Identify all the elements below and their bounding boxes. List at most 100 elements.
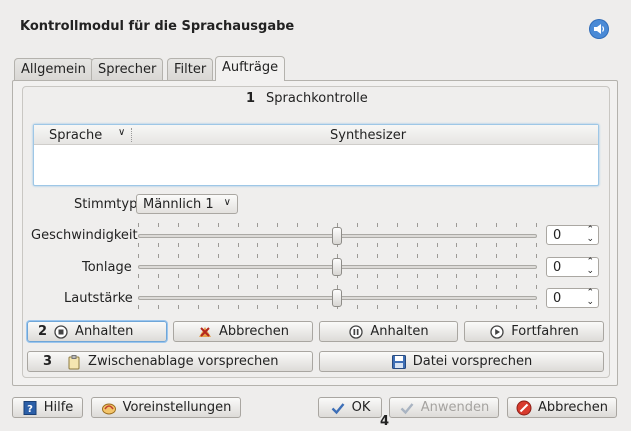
- volume-value: 0: [553, 291, 562, 306]
- column-header-synthesizer[interactable]: Synthesizer: [330, 128, 406, 143]
- slider-tick: [198, 305, 199, 309]
- pitch-slider-handle[interactable]: [332, 258, 342, 276]
- slider-tick: [238, 243, 239, 247]
- slider-tick: [317, 223, 318, 227]
- slider-tick: [277, 254, 278, 258]
- slider-tick: [417, 243, 418, 247]
- slider-tick: [178, 285, 179, 289]
- speak-clipboard-label: Zwischenablage vorsprechen: [88, 354, 279, 369]
- speed-label: Geschwindigkeit: [31, 228, 138, 243]
- volume-slider-handle[interactable]: [332, 289, 342, 307]
- pitch-spinbox[interactable]: 0 ⌃ ⌄: [546, 257, 599, 277]
- tab-sprecher[interactable]: Sprecher: [91, 58, 164, 80]
- tab-label: Sprecher: [98, 62, 157, 77]
- slider-tick: [297, 285, 298, 289]
- speak-file-label: Datei vorsprechen: [412, 354, 533, 369]
- speed-slider-handle[interactable]: [332, 227, 342, 245]
- slider-tick: [357, 305, 358, 309]
- voice-type-select[interactable]: Männlich 1 ∨: [136, 194, 238, 214]
- play-icon: [489, 324, 505, 340]
- defaults-button[interactable]: Voreinstellungen: [91, 397, 241, 418]
- cancel-button[interactable]: Abbrechen: [507, 397, 617, 418]
- slider-tick: [437, 305, 438, 309]
- slider-tick: [496, 243, 497, 247]
- check-icon: [330, 400, 346, 416]
- pause-button[interactable]: 2 Anhalten: [27, 321, 167, 342]
- slider-tick: [138, 305, 139, 309]
- pause-job-button[interactable]: Anhalten: [319, 321, 458, 342]
- check-icon: [399, 400, 415, 416]
- save-file-icon: [391, 354, 407, 370]
- slider-tick: [496, 285, 497, 289]
- slider-tick: [257, 254, 258, 258]
- ok-button[interactable]: OK: [318, 397, 382, 418]
- slider-tick: [476, 243, 477, 247]
- slider-tick: [317, 305, 318, 309]
- annotation-number: 1: [246, 91, 256, 106]
- slider-tick: [238, 274, 239, 278]
- slider-tick: [257, 223, 258, 227]
- slider-tick: [198, 285, 199, 289]
- slider-tick: [138, 223, 139, 227]
- apply-button[interactable]: Anwenden: [389, 397, 499, 418]
- slider-tick: [277, 223, 278, 227]
- slider-tick: [377, 274, 378, 278]
- slider-tick: [317, 285, 318, 289]
- tab-allgemein[interactable]: Allgemein: [14, 58, 93, 80]
- speak-file-button[interactable]: Datei vorsprechen: [319, 351, 604, 372]
- slider-tick: [238, 223, 239, 227]
- slider-tick: [476, 274, 477, 278]
- slider-tick: [397, 254, 398, 258]
- slider-tick: [257, 285, 258, 289]
- chevron-down-icon[interactable]: ∨: [118, 127, 125, 138]
- slider-tick: [516, 223, 517, 227]
- slider-tick: [536, 223, 537, 227]
- help-button[interactable]: ? Hilfe: [12, 397, 83, 418]
- slider-tick: [476, 305, 477, 309]
- speed-spinbox[interactable]: 0 ⌃ ⌄: [546, 225, 599, 245]
- slider-tick: [397, 243, 398, 247]
- tab-auftraege[interactable]: Aufträge: [215, 56, 286, 81]
- slider-tick: [158, 274, 159, 278]
- clipboard-icon: [66, 354, 82, 370]
- tab-label: Allgemein: [21, 62, 86, 77]
- volume-spinbox[interactable]: 0 ⌃ ⌄: [546, 288, 599, 308]
- annotation-number: 3: [43, 354, 53, 369]
- slider-tick: [158, 254, 159, 258]
- slider-tick: [516, 254, 517, 258]
- tab-filter[interactable]: Filter: [167, 58, 214, 80]
- spin-arrows-icon[interactable]: ⌃ ⌄: [586, 289, 594, 307]
- slider-tick: [357, 274, 358, 278]
- spin-arrows-icon[interactable]: ⌃ ⌄: [586, 226, 594, 244]
- slider-tick: [317, 274, 318, 278]
- cancel-job-button[interactable]: Abbrechen: [173, 321, 313, 342]
- ok-label: OK: [351, 400, 371, 415]
- slider-tick: [417, 305, 418, 309]
- resume-button[interactable]: Fortfahren: [464, 321, 604, 342]
- column-header-language[interactable]: Sprache: [49, 128, 102, 143]
- slider-tick: [456, 254, 457, 258]
- slider-tick: [257, 274, 258, 278]
- slider-tick: [317, 243, 318, 247]
- pause-job-label: Anhalten: [370, 324, 429, 339]
- help-icon: ?: [22, 400, 38, 416]
- slider-tick: [178, 305, 179, 309]
- pause-label: Anhalten: [75, 324, 134, 339]
- slider-tick: [536, 305, 537, 309]
- slider-tick: [198, 254, 199, 258]
- slider-tick: [397, 305, 398, 309]
- slider-tick: [516, 243, 517, 247]
- slider-tick: [178, 274, 179, 278]
- speaker-icon[interactable]: [588, 18, 610, 40]
- slider-tick: [297, 254, 298, 258]
- slider-tick: [257, 243, 258, 247]
- slider-tick: [218, 305, 219, 309]
- svg-text:?: ?: [27, 404, 33, 415]
- slider-tick: [317, 254, 318, 258]
- spin-arrows-icon[interactable]: ⌃ ⌄: [586, 258, 594, 276]
- speak-clipboard-button[interactable]: 3 Zwischenablage vorsprechen: [27, 351, 313, 372]
- slider-tick: [158, 223, 159, 227]
- slider-tick: [456, 223, 457, 227]
- job-list[interactable]: Sprache ∨ Synthesizer: [33, 124, 599, 186]
- window-title: Kontrollmodul für die Sprachausgabe: [20, 19, 295, 34]
